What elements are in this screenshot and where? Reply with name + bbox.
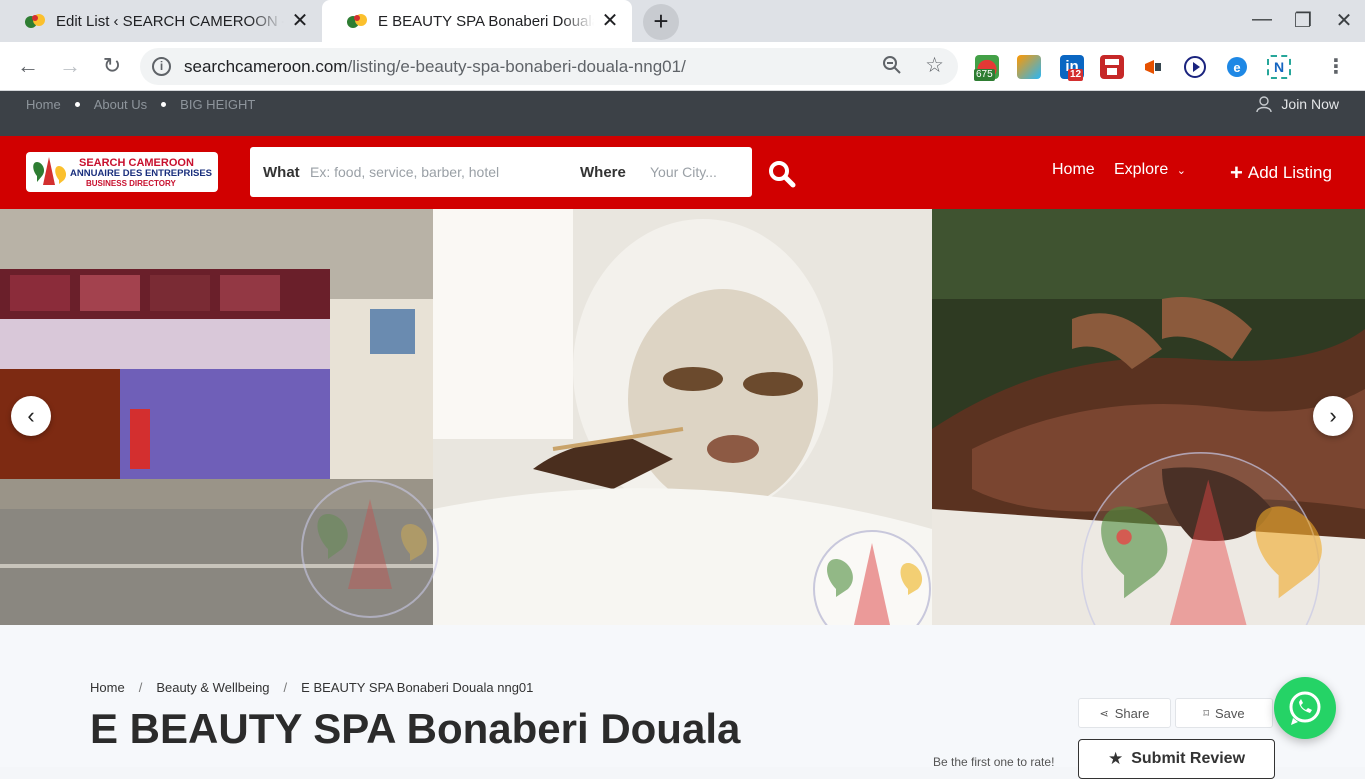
submit-review-label: Submit Review	[1131, 750, 1246, 767]
save-label: Save	[1215, 705, 1245, 721]
nav-explore-dropdown[interactable]: Explore ⌄	[1114, 161, 1186, 179]
user-icon	[1255, 95, 1273, 113]
bookmark-star-icon[interactable]: ☆	[925, 53, 944, 78]
megaphone-extension-icon[interactable]	[1142, 55, 1166, 79]
page-title: E BEAUTY SPA Bonaberi Douala	[90, 705, 741, 752]
play-extension-icon[interactable]	[1183, 55, 1207, 79]
extension-badge: 12	[1068, 69, 1084, 81]
site-favicon-icon	[24, 10, 46, 32]
new-tab-button[interactable]: +	[643, 4, 679, 40]
add-listing-label: Add Listing	[1247, 163, 1332, 182]
browser-toolbar: ← → ↻ i searchcameroon.com/listing/e-bea…	[0, 42, 1365, 91]
browser-tab-edit-list[interactable]: Edit List ‹ SEARCH CAMEROON — ✕	[0, 0, 322, 42]
search-icon	[769, 161, 796, 188]
chevron-left-icon: ‹	[27, 403, 35, 428]
zoom-icon[interactable]	[882, 55, 902, 81]
url-path: /listing/e-beauty-spa-bonaberi-douala-nn…	[347, 57, 686, 76]
search-form: What Where	[250, 147, 752, 197]
gallery-prev-button[interactable]: ‹	[11, 396, 51, 436]
breadcrumb-current: E BEAUTY SPA Bonaberi Douala nng01	[301, 680, 534, 695]
cameroon-map-logo-icon	[33, 157, 67, 185]
forward-arrow-icon[interactable]: →	[56, 52, 84, 80]
extension-colorful-icon[interactable]	[1017, 55, 1041, 79]
maximize-icon[interactable]: ❐	[1291, 8, 1315, 33]
tab-title: E BEAUTY SPA Bonaberi Douala n	[378, 12, 594, 30]
extension-tomato-icon[interactable]: 675	[974, 55, 999, 81]
topbar-separator	[74, 102, 80, 107]
search-button[interactable]	[766, 158, 798, 190]
minimize-icon[interactable]: —	[1250, 8, 1274, 31]
chevron-right-icon: ›	[1329, 403, 1337, 428]
join-now-link[interactable]: Join Now	[1255, 95, 1339, 113]
breadcrumb-category[interactable]: Beauty & Wellbeing	[156, 680, 269, 695]
reload-icon[interactable]: ↻	[98, 52, 126, 80]
breadcrumb: Home / Beauty & Wellbeing / E BEAUTY SPA…	[90, 680, 533, 695]
what-label: What	[263, 164, 300, 181]
site-topbar: Home About Us BIG HEIGHT Join Now	[0, 91, 1365, 136]
share-label: Share	[1114, 705, 1150, 721]
listing-gallery: ‹ ›	[0, 209, 1365, 625]
breadcrumb-home[interactable]: Home	[90, 680, 125, 695]
tab-close-icon[interactable]: ✕	[600, 11, 620, 31]
url-host: searchcameroon.com	[184, 57, 348, 76]
linkedin-extension-icon[interactable]: in 12	[1060, 55, 1084, 81]
listing-content: Home / Beauty & Wellbeing / E BEAUTY SPA…	[0, 625, 1365, 779]
address-bar[interactable]: i searchcameroon.com/listing/e-beauty-sp…	[140, 48, 958, 85]
save-button[interactable]: ⌑ Save	[1175, 698, 1273, 728]
logo-line-2: ANNUAIRE DES ENTREPRISES	[70, 168, 212, 179]
logo-line-3: BUSINESS DIRECTORY	[86, 179, 176, 188]
topbar-link-home[interactable]: Home	[26, 97, 61, 112]
watermark-logo-icon	[1081, 452, 1322, 625]
share-button[interactable]: ⋖ Share	[1078, 698, 1171, 728]
tab-title: Edit List ‹ SEARCH CAMEROON —	[56, 12, 284, 30]
star-icon: ★	[1107, 749, 1124, 768]
browser-tab-e-beauty-spa[interactable]: E BEAUTY SPA Bonaberi Douala n ✕	[322, 0, 632, 42]
tab-close-icon[interactable]: ✕	[290, 11, 310, 31]
window-close-icon[interactable]: ✕	[1332, 8, 1356, 33]
extension-badge: 675	[974, 69, 995, 81]
topbar-link-big-height[interactable]: BIG HEIGHT	[180, 97, 255, 112]
add-listing-button[interactable]: + Add Listing	[1230, 160, 1332, 186]
where-label: Where	[580, 164, 626, 181]
breadcrumb-separator: /	[138, 680, 143, 695]
browser-tabstrip: Edit List ‹ SEARCH CAMEROON — ✕ E BEAUTY…	[0, 0, 1365, 42]
whatsapp-chat-button[interactable]	[1274, 677, 1336, 739]
watermark-logo-icon	[301, 480, 439, 618]
share-icon: ⋖	[1099, 707, 1109, 720]
nav-explore-label: Explore	[1114, 161, 1169, 178]
nav-home-link[interactable]: Home	[1052, 161, 1095, 179]
topbar-separator	[161, 102, 167, 107]
topbar-link-about-us[interactable]: About Us	[94, 97, 147, 112]
gallery-next-button[interactable]: ›	[1313, 396, 1353, 436]
chevron-down-icon: ⌄	[1176, 165, 1186, 177]
site-logo[interactable]: SEARCH CAMEROON ANNUAIRE DES ENTREPRISES…	[26, 152, 218, 192]
join-now-label: Join Now	[1281, 96, 1339, 112]
browser-menu-icon[interactable]: ⋮	[1326, 54, 1346, 79]
plus-icon: +	[1230, 160, 1243, 185]
edge-extension-icon[interactable]: e	[1225, 55, 1249, 79]
site-info-icon[interactable]: i	[152, 57, 171, 76]
back-arrow-icon[interactable]: ←	[14, 52, 42, 80]
whatsapp-icon	[1289, 691, 1321, 725]
svg-text:e: e	[1233, 60, 1240, 75]
watermark-logo-icon	[813, 530, 931, 625]
url-text[interactable]: searchcameroon.com/listing/e-beauty-spa-…	[184, 57, 686, 77]
breadcrumb-separator: /	[283, 680, 288, 695]
n-extension-icon[interactable]: N	[1267, 55, 1291, 79]
bookmark-icon: ⌑	[1203, 707, 1209, 720]
what-search-input[interactable]	[310, 157, 560, 187]
site-header: SEARCH CAMEROON ANNUAIRE DES ENTREPRISES…	[0, 136, 1365, 209]
site-favicon-icon	[346, 10, 368, 32]
where-search-input[interactable]	[650, 157, 745, 187]
submit-review-button[interactable]: ★ Submit Review	[1078, 739, 1275, 779]
extension-save-icon[interactable]	[1100, 55, 1124, 79]
